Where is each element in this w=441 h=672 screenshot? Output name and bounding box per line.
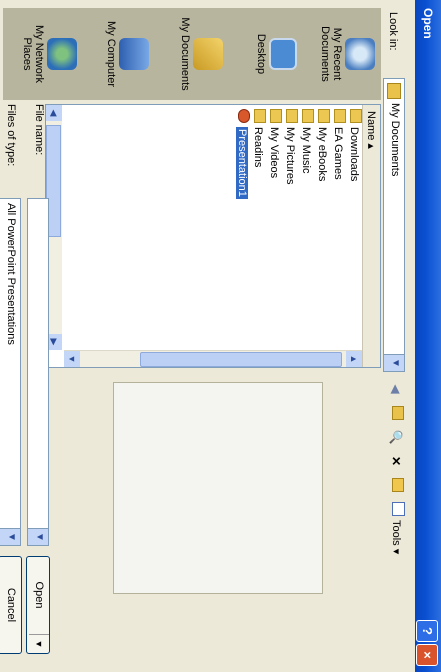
recent-documents-icon: [345, 38, 375, 70]
item-name: My Pictures: [284, 127, 296, 185]
file-name-input[interactable]: ▼: [27, 198, 49, 546]
help-button[interactable]: ?: [416, 620, 438, 642]
back-icon[interactable]: ◀: [387, 380, 405, 398]
delete-icon[interactable]: ✕: [387, 452, 405, 470]
item-name: My Music: [300, 127, 312, 174]
folder-icon: [334, 109, 346, 123]
look-in-label: Look in:: [387, 12, 399, 51]
look-in-value: My Documents: [389, 103, 401, 177]
scroll-thumb[interactable]: [140, 352, 342, 367]
place-my-documents[interactable]: My Documents: [179, 8, 223, 100]
open-button[interactable]: Open ▼: [26, 556, 50, 654]
preview-pane: [113, 382, 323, 594]
places-bar: My Recent Documents Desktop My Documents…: [3, 8, 381, 100]
item-name: EA Games: [332, 127, 344, 180]
list-item[interactable]: Downloads: [346, 105, 362, 350]
folder-icon: [350, 109, 362, 123]
my-documents-icon: [193, 38, 223, 70]
list-item[interactable]: My Music: [298, 105, 314, 350]
file-name-label: File name:: [33, 104, 45, 156]
file-list[interactable]: Name ▴ Downloads EA Games My eBooks My M…: [45, 104, 381, 368]
close-button[interactable]: ×: [416, 644, 438, 666]
chevron-down-icon[interactable]: ▼: [28, 528, 48, 545]
place-label: Desktop: [255, 33, 267, 75]
place-label: My Documents: [179, 17, 191, 91]
chevron-down-icon[interactable]: ▼: [0, 528, 20, 545]
network-places-icon: [47, 38, 77, 70]
cancel-button[interactable]: Cancel: [0, 556, 22, 654]
folder-icon: [302, 109, 314, 123]
item-name: My eBooks: [316, 127, 328, 182]
scroll-left-icon[interactable]: ◀: [46, 105, 62, 121]
folder-icon: [387, 83, 401, 99]
item-name: Readins: [252, 127, 264, 168]
place-label: My Computer: [105, 20, 117, 88]
files-of-type-label: Files of type:: [5, 104, 17, 167]
open-button-label: Open: [33, 581, 45, 609]
look-in-dropdown[interactable]: My Documents ▼: [383, 78, 405, 372]
cancel-button-label: Cancel: [5, 587, 17, 623]
place-my-computer[interactable]: My Computer: [105, 8, 149, 100]
list-item[interactable]: My Videos: [266, 105, 282, 350]
list-item[interactable]: My eBooks: [314, 105, 330, 350]
vertical-scrollbar[interactable]: ▲ ▼: [64, 350, 362, 367]
files-of-type-value: All PowerPoint Presentations: [5, 203, 17, 345]
place-network[interactable]: My Network Places: [21, 8, 77, 100]
file-rows: Downloads EA Games My eBooks My Music My…: [72, 105, 362, 350]
scroll-up-icon[interactable]: ▲: [346, 351, 362, 367]
folder-icon: [318, 109, 330, 123]
new-folder-icon[interactable]: [387, 476, 405, 494]
folder-icon: [270, 109, 282, 123]
list-item-selected[interactable]: Presentation1: [234, 105, 250, 350]
place-recent-documents[interactable]: My Recent Documents: [319, 8, 375, 100]
list-item[interactable]: EA Games: [330, 105, 346, 350]
search-web-icon[interactable]: 🔍: [387, 428, 405, 446]
my-computer-icon: [119, 38, 149, 70]
chevron-down-icon[interactable]: ▼: [29, 634, 49, 653]
item-name: Presentation1: [236, 127, 248, 199]
item-name: Downloads: [348, 127, 360, 182]
item-name: My Videos: [268, 127, 280, 179]
up-folder-icon[interactable]: [387, 404, 405, 422]
folder-icon: [254, 109, 266, 123]
tools-menu[interactable]: Tools ▾: [390, 520, 403, 554]
place-label: My Network Places: [21, 24, 45, 84]
folder-icon: [286, 109, 298, 123]
scroll-down-icon[interactable]: ▼: [64, 351, 80, 367]
list-item[interactable]: My Pictures: [282, 105, 298, 350]
files-of-type-dropdown[interactable]: All PowerPoint Presentations ▼: [0, 198, 21, 546]
chevron-down-icon[interactable]: ▼: [384, 354, 404, 371]
list-item[interactable]: Readins: [250, 105, 266, 350]
open-dialog: Open ? × Look in: My Documents ▼ ◀ 🔍 ✕ T…: [0, 0, 441, 672]
dialog-title: Open: [421, 8, 435, 39]
place-desktop[interactable]: Desktop: [255, 8, 297, 100]
title-bar: Open ? ×: [415, 0, 441, 672]
views-icon[interactable]: [387, 500, 405, 518]
powerpoint-file-icon: [238, 109, 250, 123]
column-header-label: Name ▴: [365, 111, 377, 149]
place-label: My Recent Documents: [319, 26, 343, 82]
name-column-header[interactable]: Name ▴: [362, 105, 380, 367]
desktop-icon: [269, 38, 297, 70]
